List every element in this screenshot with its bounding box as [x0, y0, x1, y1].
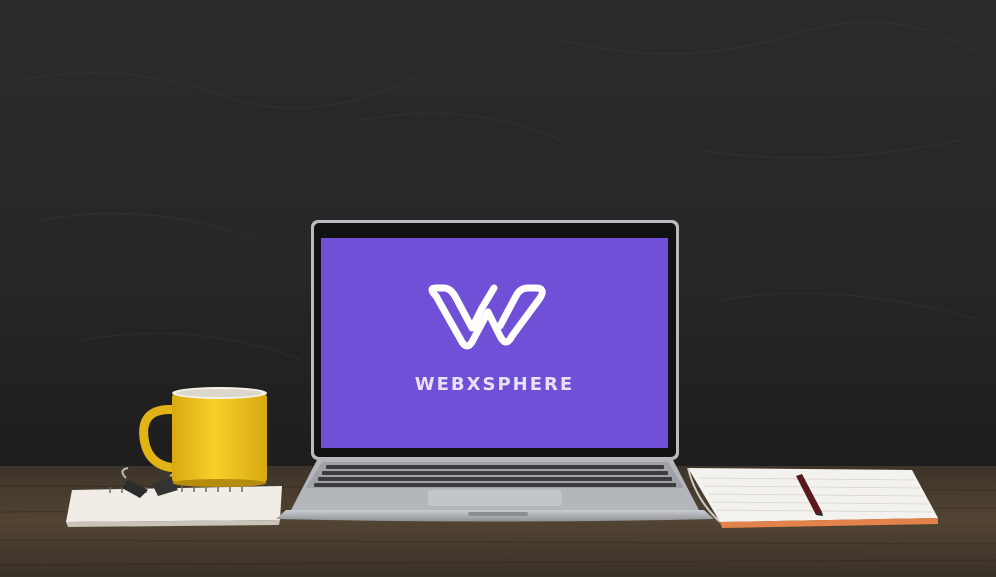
screen-content: WEBXSPHERE — [321, 238, 668, 448]
trackpad — [428, 490, 562, 506]
left-notebook — [66, 486, 282, 527]
photo-scene: WEBXSPHERE — [0, 0, 996, 577]
brand-name: WEBXSPHERE — [414, 374, 575, 395]
